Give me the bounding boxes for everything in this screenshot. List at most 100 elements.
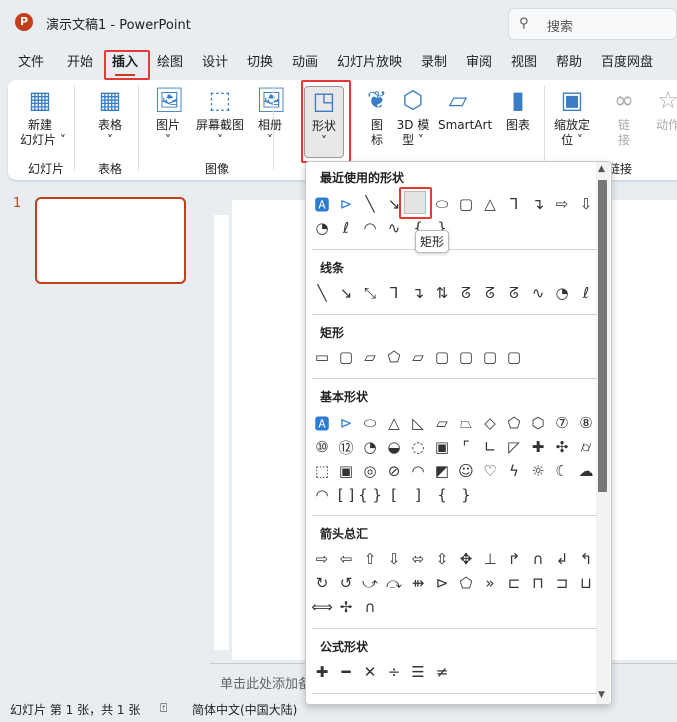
line-shape-icon[interactable]: ╲ (358, 192, 382, 216)
tab-5[interactable]: 切换 (247, 50, 273, 76)
round1-shape-icon[interactable]: ▢ (430, 345, 454, 369)
chevron-shape-icon[interactable]: » (478, 571, 502, 595)
striped-shape-icon[interactable]: ⇻ (406, 571, 430, 595)
plus-shape-icon[interactable]: ✚ (526, 435, 550, 459)
snip1-shape-icon[interactable]: ▱ (358, 345, 382, 369)
oct-shape-icon[interactable]: ⑧ (574, 411, 598, 435)
curve-shape-icon[interactable]: ∿ (382, 216, 406, 240)
curve-shape-icon[interactable]: ∿ (526, 281, 550, 305)
diag-shape-icon[interactable]: ◸ (502, 435, 526, 459)
smartart-button[interactable]: ▱ SmartArt (438, 86, 492, 133)
curvedl-shape-icon[interactable]: ↺ (334, 571, 358, 595)
slide-thumbnail[interactable] (35, 197, 186, 284)
notequal-shape-icon[interactable]: ≠ (430, 660, 454, 684)
plaque-shape-icon[interactable]: ✣ (550, 435, 574, 459)
frame-shape-icon[interactable]: ▣ (430, 435, 454, 459)
bentarrow-shape-icon[interactable]: ↱ (502, 547, 526, 571)
plus-shape-icon[interactable]: ✚ (310, 660, 334, 684)
arc-shape-icon[interactable]: ◠ (310, 483, 334, 507)
tab-8[interactable]: 录制 (421, 50, 447, 76)
pentarrow-shape-icon[interactable]: ⬠ (454, 571, 478, 595)
curvedu-shape-icon[interactable]: ⤻ (358, 571, 382, 595)
cube-shape-icon[interactable]: ⬚ (310, 459, 334, 483)
lrcallout-shape-icon[interactable]: ⟺ (310, 595, 334, 619)
bracketpair-shape-icon[interactable]: [ ] (334, 483, 358, 507)
dblarrow-shape-icon[interactable]: ⤡ (358, 281, 382, 305)
minus-shape-icon[interactable]: ━ (334, 660, 358, 684)
scroll-thumb[interactable] (598, 180, 607, 492)
rrect-shape-icon[interactable]: ▢ (334, 345, 358, 369)
new-slide-button[interactable]: ▦ 新建 幻灯片 ˅ (20, 86, 66, 148)
quadcallout-shape-icon[interactable]: ✢ (334, 595, 358, 619)
rrect-shape-icon[interactable]: ▢ (454, 192, 478, 216)
arc-shape-icon[interactable]: ◠ (358, 216, 382, 240)
rbrace-shape-icon[interactable]: } (454, 483, 478, 507)
search-box[interactable]: ⚲ 搜索 (508, 8, 677, 40)
hex-shape-icon[interactable]: ⬡ (526, 411, 550, 435)
lshape-shape-icon[interactable]: ∟ (478, 435, 502, 459)
ucallout-shape-icon[interactable]: ⊔ (574, 571, 598, 595)
arrow-shape-icon[interactable]: ↘ (334, 281, 358, 305)
heart-shape-icon[interactable]: ♡ (478, 459, 502, 483)
elbow-shape-icon[interactable]: ⅂ (502, 192, 526, 216)
3d-model-button[interactable]: ⬡ 3D 模 型 ˅ (393, 86, 433, 148)
equal-shape-icon[interactable]: ☰ (406, 660, 430, 684)
rtri-shape-icon[interactable]: ◺ (406, 411, 430, 435)
round2-shape-icon[interactable]: ▢ (454, 345, 478, 369)
picture-button[interactable]: 🖼 图片 ˅ (148, 86, 188, 148)
uarrow-shape-icon[interactable]: ⇧ (358, 547, 382, 571)
elbowarrow-shape-icon[interactable]: ↴ (526, 192, 550, 216)
tab-1[interactable]: 开始 (67, 50, 93, 76)
tri-shape-icon[interactable]: △ (382, 411, 406, 435)
hept-shape-icon[interactable]: ⑦ (550, 411, 574, 435)
rect-shape-icon[interactable]: ▭ (310, 345, 334, 369)
para-shape-icon[interactable]: ▱ (430, 411, 454, 435)
udarrow-shape-icon[interactable]: ⇳ (430, 547, 454, 571)
snip2-shape-icon[interactable]: ⬠ (382, 345, 406, 369)
table-button[interactable]: ▦ 表格 ˅ (90, 86, 130, 148)
bolt-shape-icon[interactable]: ϟ (502, 459, 526, 483)
rarrow-shape-icon[interactable]: ⇨ (550, 192, 574, 216)
cloud-shape-icon[interactable]: ☁ (574, 459, 598, 483)
tab-0[interactable]: 文件 (18, 50, 44, 76)
tab-9[interactable]: 审阅 (466, 50, 492, 76)
freeform-shape-icon[interactable]: ◔ (550, 281, 574, 305)
elbow-shape-icon[interactable]: ⅂ (382, 281, 406, 305)
tab-11[interactable]: 帮助 (556, 50, 582, 76)
album-button[interactable]: 🖼 相册 ˅ (250, 86, 290, 148)
donut-shape-icon[interactable]: ◎ (358, 459, 382, 483)
diamond-shape-icon[interactable]: ◇ (478, 411, 502, 435)
tab-6[interactable]: 动画 (292, 50, 318, 76)
lupArrow-shape-icon[interactable]: ↲ (550, 547, 574, 571)
action-button[interactable]: ☆ 动作 (648, 86, 677, 133)
pie-shape-icon[interactable]: ◔ (358, 435, 382, 459)
lcallout-shape-icon[interactable]: ⊐ (550, 571, 574, 595)
oval-shape-icon[interactable]: ⬭ (358, 411, 382, 435)
curveddbl-shape-icon[interactable]: ᘔ (502, 281, 526, 305)
gallery-scrollbar[interactable]: ▲ ▼ (596, 162, 610, 704)
halfframe-shape-icon[interactable]: ⌜ (454, 435, 478, 459)
rcallout-shape-icon[interactable]: ⊏ (502, 571, 526, 595)
circular-shape-icon[interactable]: ∩ (358, 595, 382, 619)
uturn-shape-icon[interactable]: ∩ (526, 547, 550, 571)
scroll-up-icon[interactable]: ▲ (598, 164, 605, 174)
smiley-shape-icon[interactable]: ☺ (454, 459, 478, 483)
noentry-shape-icon[interactable]: ⊘ (382, 459, 406, 483)
screenshot-button[interactable]: ⬚ 屏幕截图 ˅ (194, 86, 246, 148)
trap-shape-icon[interactable]: ⏢ (454, 411, 478, 435)
tear-shape-icon[interactable]: ◌ (406, 435, 430, 459)
scribble-shape-icon[interactable]: ℓ (574, 281, 598, 305)
darrow-shape-icon[interactable]: ⇩ (382, 547, 406, 571)
bentup-shape-icon[interactable]: ↰ (574, 547, 598, 571)
rrect-shape-icon[interactable]: ▢ (502, 345, 526, 369)
bracepair-shape-icon[interactable]: { } (358, 483, 382, 507)
tab-4[interactable]: 设计 (202, 50, 228, 76)
rbracket-shape-icon[interactable]: ] (406, 483, 430, 507)
language[interactable]: 简体中文(中国大陆) (192, 701, 297, 718)
moon-shape-icon[interactable]: ☾ (550, 459, 574, 483)
zoom-button[interactable]: ▣ 缩放定 位 ˅ (552, 86, 592, 148)
chart-button[interactable]: ▮ 图表 (498, 86, 538, 133)
div-shape-icon[interactable]: ÷ (382, 660, 406, 684)
fold-shape-icon[interactable]: ◩ (430, 459, 454, 483)
scribble-shape-icon[interactable]: ℓ (334, 216, 358, 240)
